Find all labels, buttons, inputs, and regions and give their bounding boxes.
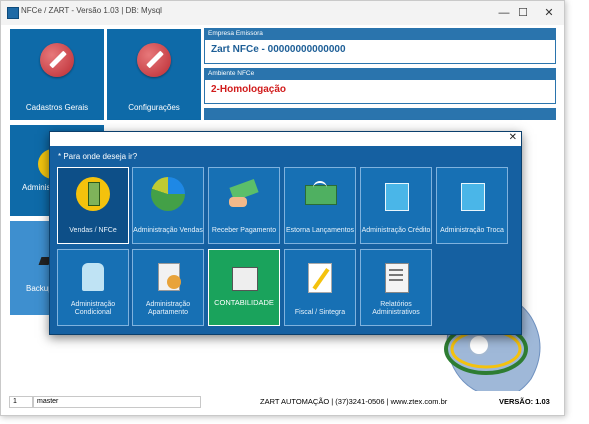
status-company: ZART AUTOMAÇÃO | (37)3241-0506 | www.zte… <box>260 397 448 406</box>
navigation-dialog: ✕ * Para onde deseja ir? Vendas / NFCe A… <box>49 131 522 335</box>
btn-receber-pagamento[interactable]: Receber Pagamento <box>208 167 280 244</box>
clipboard-user-icon <box>151 259 185 293</box>
third-header <box>205 109 555 120</box>
status-user-name: master <box>33 396 201 408</box>
ambiente-header: Ambiente NFCe <box>205 69 555 80</box>
status-user-id: 1 <box>9 396 33 408</box>
empresa-header: Empresa Emissora <box>205 29 555 40</box>
btn-label: CONTABILIDADE <box>214 298 274 307</box>
btn-administracao-vendas[interactable]: Administração Vendas <box>132 167 204 244</box>
btn-label: Administração Apartamento <box>145 301 191 316</box>
btn-administracao-apartamento[interactable]: Administração Apartamento <box>132 249 204 326</box>
status-version: VERSÃO: 1.03 <box>499 397 550 406</box>
shopping-bag-icon <box>379 177 413 211</box>
close-button[interactable]: ✕ <box>537 1 561 25</box>
main-area: Cadastros Gerais Configurações Administ … <box>1 25 564 415</box>
third-box <box>204 108 556 120</box>
btn-administracao-condicional[interactable]: Administração Condicional <box>57 249 129 326</box>
tile-configuracoes[interactable]: Configurações <box>107 29 201 120</box>
cash-refund-icon <box>303 177 337 211</box>
btn-label: Relatórios Administrativos <box>372 301 420 316</box>
btn-label: Estorna Lançamentos <box>285 227 355 234</box>
pencil-icon <box>137 43 171 77</box>
btn-label: Receber Pagamento <box>211 227 277 234</box>
pencil-icon <box>40 43 74 77</box>
app-icon <box>7 7 19 19</box>
tile-label: Cadastros Gerais <box>25 103 89 112</box>
btn-estorna-lancamentos[interactable]: Estorna Lançamentos <box>284 167 356 244</box>
ambiente-value: 2-Homologação <box>211 84 287 95</box>
btn-label: Fiscal / Sintegra <box>294 309 346 316</box>
maximize-button[interactable]: ☐ <box>511 1 535 25</box>
pie-chart-icon <box>151 177 185 211</box>
empresa-box: Empresa Emissora Zart NFCe - 00000000000… <box>204 28 556 64</box>
btn-label: Vendas / NFCe <box>69 227 117 234</box>
dialog-titlebar: ✕ <box>50 132 521 146</box>
btn-administracao-credito[interactable]: Administração Crédito <box>360 167 432 244</box>
btn-label: Administração Troca <box>440 227 504 234</box>
btn-contabilidade[interactable]: CONTABILIDADE <box>208 249 280 326</box>
tile-cadastros-gerais[interactable]: Cadastros Gerais <box>10 29 104 120</box>
money-hand-icon <box>227 177 261 211</box>
btn-relatorios-administrativos[interactable]: Relatórios Administrativos <box>360 249 432 326</box>
btn-administracao-troca[interactable]: Administração Troca <box>436 167 508 244</box>
report-icon <box>379 259 413 293</box>
dialog-close-icon[interactable]: ✕ <box>509 132 517 143</box>
jacket-icon <box>76 259 110 293</box>
btn-label: Administração Condicional <box>70 301 116 316</box>
empresa-value: Zart NFCe - 00000000000000 <box>211 44 346 55</box>
app-window: NFCe / ZART - Versão 1.03 | DB: Mysql — … <box>0 0 565 416</box>
ambiente-box: Ambiente NFCe 2-Homologação <box>204 68 556 104</box>
document-pen-icon <box>303 259 337 293</box>
btn-fiscal-sintegra[interactable]: Fiscal / Sintegra <box>284 249 356 326</box>
title-bar: NFCe / ZART - Versão 1.03 | DB: Mysql — … <box>1 1 564 25</box>
btn-label: Administração Crédito <box>361 227 431 234</box>
tile-label: Configurações <box>128 103 180 112</box>
dialog-question: * Para onde deseja ir? <box>58 152 138 161</box>
btn-vendas-nfce[interactable]: Vendas / NFCe <box>57 167 129 244</box>
status-bar: 1 master ZART AUTOMAÇÃO | (37)3241-0506 … <box>1 391 564 415</box>
calculator-icon <box>76 177 110 211</box>
window-title: NFCe / ZART - Versão 1.03 | DB: Mysql <box>21 6 162 15</box>
register-icon <box>227 259 261 293</box>
btn-label: Administração Vendas <box>133 227 203 234</box>
shopping-bag-icon <box>455 177 489 211</box>
